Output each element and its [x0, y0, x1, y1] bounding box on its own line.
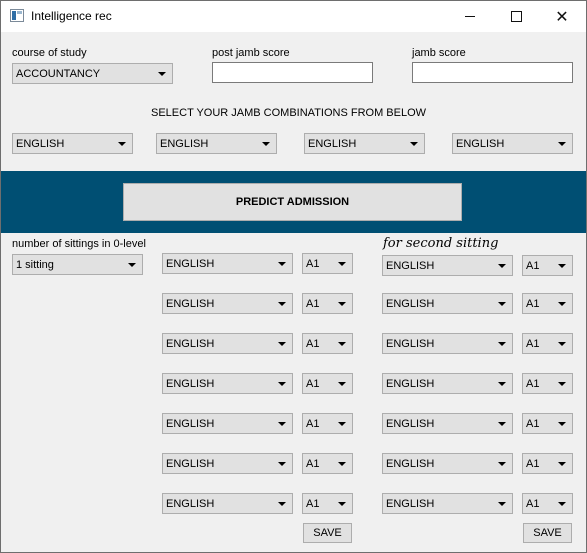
post-jamb-score-input[interactable] [212, 62, 373, 83]
jamb-subject-select-4[interactable]: ENGLISH [452, 133, 573, 154]
chevron-down-icon [158, 72, 166, 76]
first-sitting-subject-select-7[interactable]: ENGLISH [162, 493, 293, 514]
chevron-down-icon [278, 302, 286, 306]
chevron-down-icon [262, 142, 270, 146]
chevron-down-icon [498, 382, 506, 386]
chevron-down-icon [278, 342, 286, 346]
chevron-down-icon [338, 382, 346, 386]
course-of-study-select[interactable]: ACCOUNTANCY [12, 63, 173, 84]
jamb-score-input[interactable] [412, 62, 573, 83]
chevron-down-icon [338, 422, 346, 426]
first-sitting-subject-select-3[interactable]: ENGLISH [162, 333, 293, 354]
chevron-down-icon [278, 502, 286, 506]
chevron-down-icon [558, 302, 566, 306]
second-sitting-subject-select-2[interactable]: ENGLISH [382, 293, 513, 314]
first-sitting-grade-select-7[interactable]: A1 [302, 493, 353, 514]
chevron-down-icon [338, 462, 346, 466]
chevron-down-icon [128, 263, 136, 267]
chevron-down-icon [498, 342, 506, 346]
first-sitting-subject-select-4[interactable]: ENGLISH [162, 373, 293, 394]
chevron-down-icon [498, 502, 506, 506]
chevron-down-icon [498, 302, 506, 306]
chevron-down-icon [118, 142, 126, 146]
sittings-label: number of sittings in 0-level [12, 238, 146, 250]
sittings-select[interactable]: 1 sitting [12, 254, 143, 275]
maximize-icon [510, 11, 522, 22]
chevron-down-icon [338, 302, 346, 306]
chevron-down-icon [498, 264, 506, 268]
first-sitting-subject-select-6[interactable]: ENGLISH [162, 453, 293, 474]
first-sitting-subject-select-2[interactable]: ENGLISH [162, 293, 293, 314]
predict-admission-button[interactable]: PREDICT ADMISSION [123, 183, 462, 221]
second-sitting-grade-select-3[interactable]: A1 [522, 333, 573, 354]
chevron-down-icon [338, 502, 346, 506]
second-sitting-grade-select-2[interactable]: A1 [522, 293, 573, 314]
save-first-sitting-button[interactable]: SAVE [303, 523, 352, 543]
app-icon [10, 9, 24, 22]
second-sitting-subject-select-4[interactable]: ENGLISH [382, 373, 513, 394]
jamb-score-label: jamb score [412, 47, 466, 59]
chevron-down-icon [558, 422, 566, 426]
close-button[interactable]: ✕ [539, 1, 585, 32]
chevron-down-icon [558, 264, 566, 268]
first-sitting-grade-select-5[interactable]: A1 [302, 413, 353, 434]
chevron-down-icon [278, 422, 286, 426]
close-icon: ✕ [555, 6, 569, 26]
jamb-subject-select-3[interactable]: ENGLISH [304, 133, 425, 154]
window-title: Intelligence rec [31, 9, 112, 23]
second-sitting-grade-select-1[interactable]: A1 [522, 255, 573, 276]
first-sitting-grade-select-4[interactable]: A1 [302, 373, 353, 394]
chevron-down-icon [498, 422, 506, 426]
second-sitting-subject-select-7[interactable]: ENGLISH [382, 493, 513, 514]
chevron-down-icon [558, 342, 566, 346]
second-sitting-grade-select-7[interactable]: A1 [522, 493, 573, 514]
title-bar[interactable]: Intelligence rec ✕ [1, 1, 586, 32]
maximize-button[interactable] [493, 1, 539, 32]
save-second-sitting-button[interactable]: SAVE [523, 523, 572, 543]
second-sitting-subject-select-6[interactable]: ENGLISH [382, 453, 513, 474]
jamb-combination-heading: SELECT YOUR JAMB COMBINATIONS FROM BELOW [151, 107, 427, 119]
first-sitting-grade-select-2[interactable]: A1 [302, 293, 353, 314]
chevron-down-icon [278, 462, 286, 466]
first-sitting-subject-select-5[interactable]: ENGLISH [162, 413, 293, 434]
first-sitting-grade-select-1[interactable]: A1 [302, 253, 353, 274]
chevron-down-icon [498, 462, 506, 466]
post-jamb-score-label: post jamb score [212, 47, 290, 59]
first-sitting-grade-select-3[interactable]: A1 [302, 333, 353, 354]
chevron-down-icon [558, 502, 566, 506]
minimize-icon [465, 16, 475, 17]
second-sitting-grade-select-5[interactable]: A1 [522, 413, 573, 434]
course-of-study-label: course of study [12, 47, 87, 59]
jamb-subject-select-2[interactable]: ENGLISH [156, 133, 277, 154]
jamb-subject-select-1[interactable]: ENGLISH [12, 133, 133, 154]
second-sitting-grade-select-6[interactable]: A1 [522, 453, 573, 474]
second-sitting-subject-select-3[interactable]: ENGLISH [382, 333, 513, 354]
second-sitting-grade-select-4[interactable]: A1 [522, 373, 573, 394]
chevron-down-icon [338, 262, 346, 266]
chevron-down-icon [278, 262, 286, 266]
minimize-button[interactable] [447, 1, 493, 32]
second-sitting-subject-select-5[interactable]: ENGLISH [382, 413, 513, 434]
second-sitting-subject-select-1[interactable]: ENGLISH [382, 255, 513, 276]
first-sitting-grade-select-6[interactable]: A1 [302, 453, 353, 474]
chevron-down-icon [338, 342, 346, 346]
chevron-down-icon [278, 382, 286, 386]
chevron-down-icon [558, 142, 566, 146]
second-sitting-label: for second sitting [383, 236, 499, 251]
chevron-down-icon [558, 382, 566, 386]
app-window: Intelligence rec ✕ course of study ACCOU… [0, 0, 587, 553]
first-sitting-subject-select-1[interactable]: ENGLISH [162, 253, 293, 274]
chevron-down-icon [410, 142, 418, 146]
chevron-down-icon [558, 462, 566, 466]
